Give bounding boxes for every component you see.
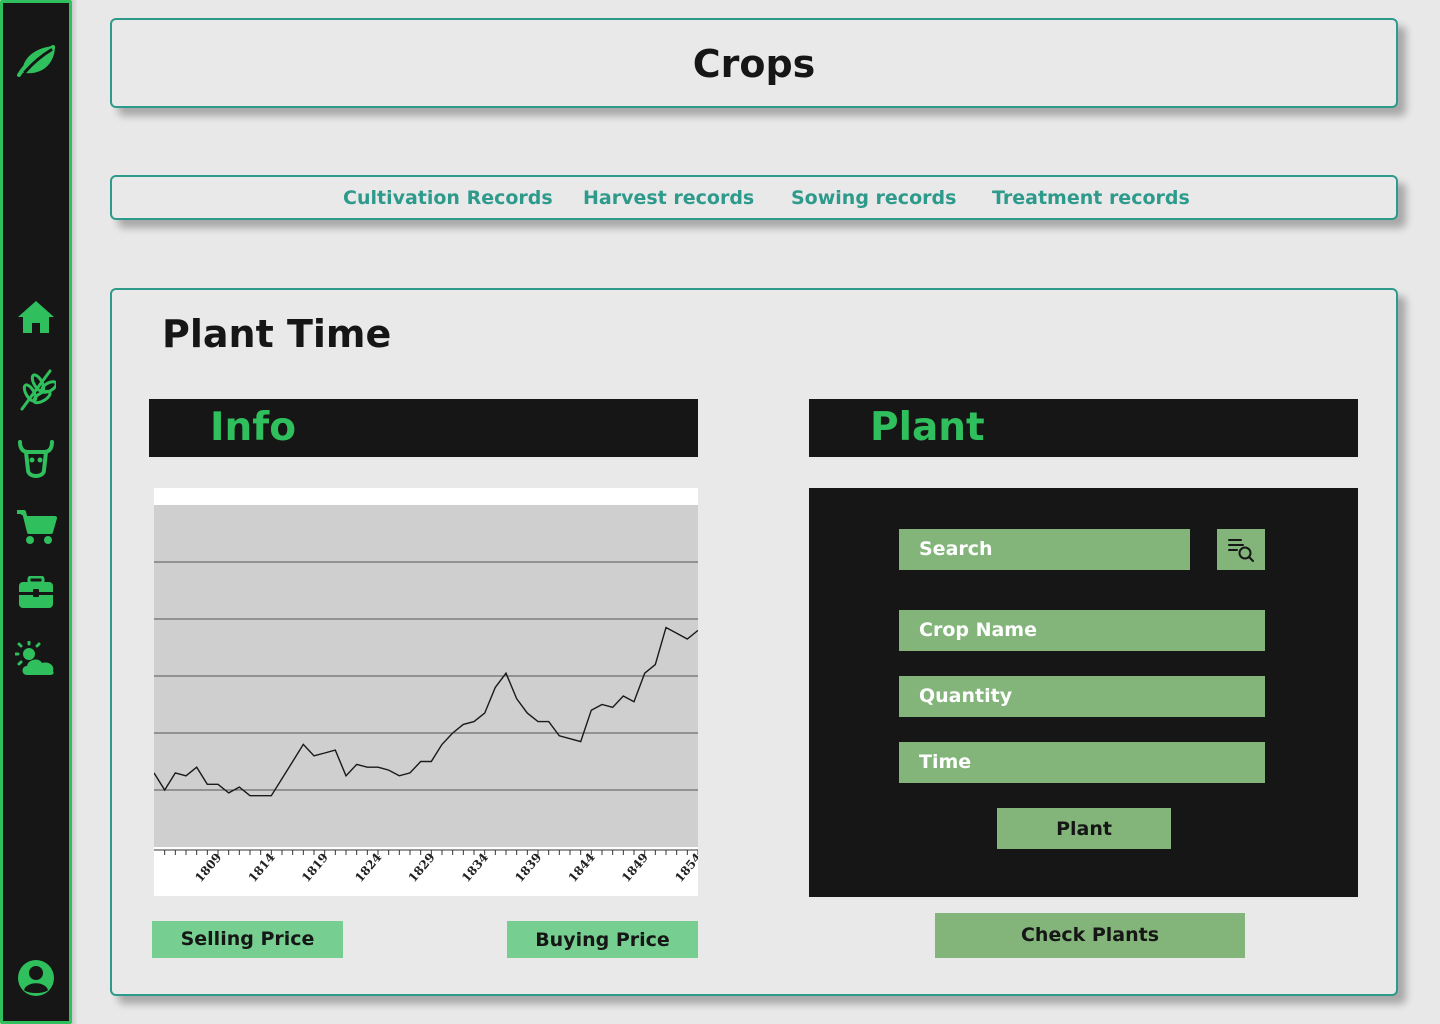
tab-cultivation-records[interactable]: Cultivation Records xyxy=(343,187,553,209)
x-tick-label: 1814 xyxy=(246,850,278,885)
tab-treatment-records[interactable]: Treatment records xyxy=(992,187,1190,209)
section-title: Plant Time xyxy=(162,312,392,356)
cart-icon[interactable] xyxy=(3,505,69,549)
x-tick-label: 1854 xyxy=(672,850,698,885)
tab-sowing-records[interactable]: Sowing records xyxy=(791,187,956,209)
x-tick-label: 1849 xyxy=(619,850,651,885)
search-filter-icon xyxy=(1228,538,1254,562)
x-tick-label: 1844 xyxy=(566,850,598,885)
x-tick-label: 1834 xyxy=(459,850,491,885)
user-circle-icon[interactable] xyxy=(3,956,69,1000)
plant-header: Plant xyxy=(809,399,1358,457)
plant-time-panel: Plant Time Info 1809 1814 1819 1824 1829 1834… xyxy=(110,288,1398,996)
plant-header-label: Plant xyxy=(870,405,985,450)
search-button[interactable] xyxy=(1217,529,1265,570)
quantity-field[interactable]: Quantity xyxy=(899,676,1265,717)
plant-form: Search Crop Name Quantity Time Plant xyxy=(809,488,1358,897)
price-chart: 1809 1814 1819 1824 1829 1834 1839 1844 1849 1854 xyxy=(153,488,704,896)
x-tick-label: 1824 xyxy=(352,850,384,885)
time-field[interactable]: Time xyxy=(899,742,1265,783)
sun-cloud-icon[interactable] xyxy=(3,637,69,681)
tabs-bar: Cultivation Records Harvest records Sowi… xyxy=(110,175,1398,220)
x-tick-label: 1809 xyxy=(192,850,224,885)
info-header-label: Info xyxy=(210,405,297,450)
crop-name-field[interactable]: Crop Name xyxy=(899,610,1265,651)
selling-price-button[interactable]: Selling Price xyxy=(152,921,343,958)
home-icon[interactable] xyxy=(3,295,69,339)
sidebar xyxy=(0,0,72,1024)
wheat-icon[interactable] xyxy=(3,365,69,413)
buying-price-button[interactable]: Buying Price xyxy=(507,921,698,958)
price-chart-svg: 1809 1814 1819 1824 1829 1834 1839 1844 1849 1854 xyxy=(153,505,704,885)
page-title: Crops xyxy=(692,42,816,86)
sidebar-shadow xyxy=(72,0,78,1024)
x-tick-label: 1839 xyxy=(512,850,544,885)
plant-button[interactable]: Plant xyxy=(997,808,1171,849)
x-axis-labels: 1809 1814 1819 1824 1829 1834 1839 1844 1849 1854 xyxy=(192,850,704,885)
check-plants-button[interactable]: Check Plants xyxy=(935,913,1245,958)
toolbox-icon[interactable] xyxy=(3,571,69,615)
x-tick-label: 1819 xyxy=(299,850,331,885)
tab-harvest-records[interactable]: Harvest records xyxy=(583,187,754,209)
title-panel: Crops xyxy=(110,18,1398,108)
x-tick-label: 1829 xyxy=(406,850,438,885)
leaf-icon[interactable] xyxy=(3,39,69,83)
search-input[interactable]: Search xyxy=(899,529,1190,570)
cow-icon[interactable] xyxy=(3,437,69,483)
info-header: Info xyxy=(149,399,698,457)
